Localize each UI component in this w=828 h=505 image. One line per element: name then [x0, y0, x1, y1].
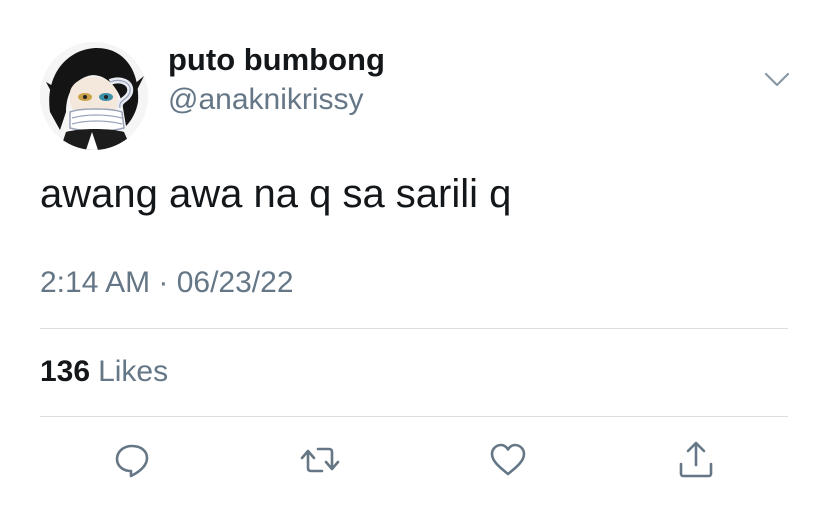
user-handle[interactable]: @anaknikrissy: [168, 83, 364, 117]
likes-count: 136: [40, 355, 91, 388]
heart-icon: [490, 443, 526, 476]
retweet-arrows-icon: [300, 447, 340, 473]
likes-label: Likes: [98, 355, 169, 388]
display-name[interactable]: puto bumbong: [168, 42, 385, 78]
divider: [40, 328, 788, 329]
tweet-card: puto bumbong @anaknikrissy awang awa na …: [0, 0, 828, 505]
retweet-button[interactable]: [298, 438, 342, 482]
tweet-timestamp[interactable]: 2:14 AM · 06/23/22: [40, 266, 294, 300]
speech-bubble-icon: [115, 444, 149, 478]
reply-button[interactable]: [110, 438, 154, 482]
avatar[interactable]: [40, 42, 148, 150]
chevron-down-icon[interactable]: [762, 64, 792, 94]
share-upload-icon: [679, 441, 713, 478]
divider: [40, 416, 788, 417]
like-button[interactable]: [486, 438, 530, 482]
likes-stat[interactable]: 136 Likes: [40, 355, 168, 389]
tweet-text: awang awa na q sa sarili q: [40, 172, 512, 216]
share-button[interactable]: [674, 438, 718, 482]
avatar-illustration: [40, 42, 148, 150]
